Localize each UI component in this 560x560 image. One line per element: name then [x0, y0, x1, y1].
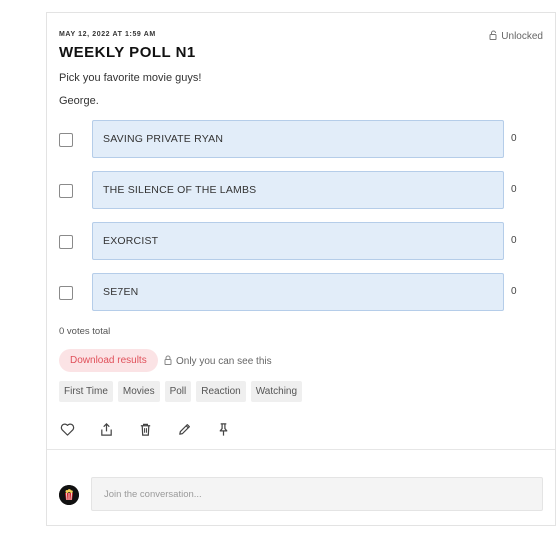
poll-option[interactable]: THE SILENCE OF THE LAMBS 0: [59, 171, 529, 211]
unlock-icon: [489, 30, 498, 43]
lock-status: Unlocked: [489, 30, 543, 43]
poll-option-checkbox[interactable]: [59, 235, 73, 249]
divider: [47, 449, 555, 450]
poll-option-label[interactable]: SE7EN: [92, 273, 504, 311]
post-author: George.: [59, 95, 99, 107]
trash-icon[interactable]: [137, 421, 153, 437]
tag[interactable]: Watching: [250, 381, 303, 402]
poll-option[interactable]: SAVING PRIVATE RYAN 0: [59, 120, 529, 160]
lock-icon: [164, 355, 172, 368]
pin-icon[interactable]: [215, 421, 231, 437]
post-date: MAY 12, 2022 AT 1:59 AM: [59, 31, 156, 38]
poll-option-checkbox[interactable]: [59, 133, 73, 147]
avatar[interactable]: [59, 485, 79, 505]
heart-icon[interactable]: [59, 421, 75, 437]
visibility-note: Only you can see this: [164, 355, 272, 368]
poll-option-label[interactable]: EXORCIST: [92, 222, 504, 260]
lock-status-label: Unlocked: [501, 31, 543, 42]
poll-option-count: 0: [511, 286, 517, 297]
pencil-icon[interactable]: [176, 421, 192, 437]
visibility-note-label: Only you can see this: [176, 356, 272, 367]
poll-option-label[interactable]: THE SILENCE OF THE LAMBS: [92, 171, 504, 209]
tag[interactable]: Movies: [117, 381, 160, 402]
votes-total: 0 votes total: [59, 326, 111, 337]
download-results-button[interactable]: Download results: [59, 349, 158, 372]
comment-input[interactable]: Join the conversation...: [91, 477, 543, 511]
post-title: WEEKLY POLL N1: [59, 44, 196, 61]
poll-option-checkbox[interactable]: [59, 184, 73, 198]
tag[interactable]: First Time: [59, 381, 113, 402]
poll-option-count: 0: [511, 184, 517, 195]
post-actions: [59, 421, 231, 437]
poll-post-card: MAY 12, 2022 AT 1:59 AM Unlocked WEEKLY …: [46, 12, 556, 526]
poll-option[interactable]: SE7EN 0: [59, 273, 529, 313]
post-description: Pick you favorite movie guys!: [59, 72, 202, 84]
poll-option-count: 0: [511, 235, 517, 246]
tag[interactable]: Reaction: [196, 381, 246, 402]
poll-option-count: 0: [511, 133, 517, 144]
tag-list: First Time Movies Poll Reaction Watching: [59, 381, 303, 402]
poll-option-label[interactable]: SAVING PRIVATE RYAN: [92, 120, 504, 158]
poll-option[interactable]: EXORCIST 0: [59, 222, 529, 262]
tag[interactable]: Poll: [164, 381, 192, 402]
poll-option-checkbox[interactable]: [59, 286, 73, 300]
share-icon[interactable]: [98, 421, 114, 437]
